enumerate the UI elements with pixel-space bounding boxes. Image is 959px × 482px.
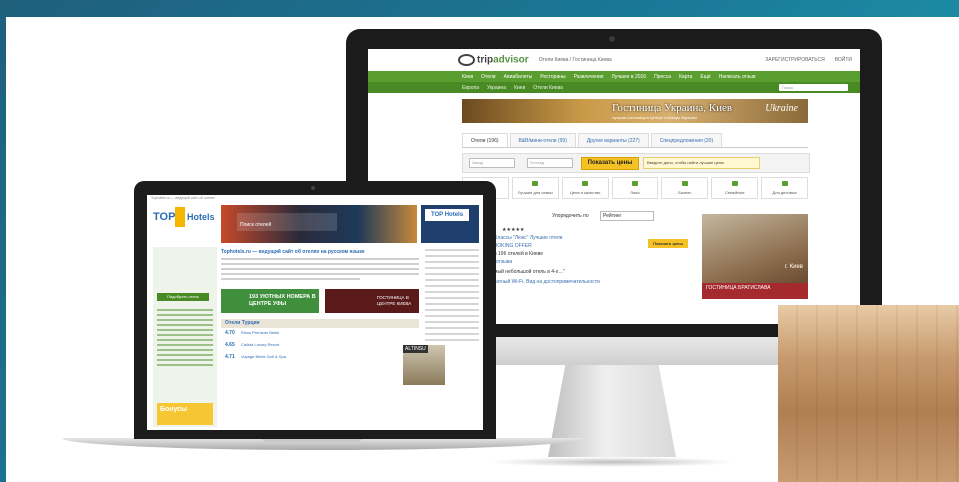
promo-banner-kiev[interactable]: ГОСТИНИЦА В ЦЕНТРЕ КИЕВА: [325, 289, 419, 313]
nav-item[interactable]: Авиабилеты: [504, 74, 533, 80]
right-column: [425, 249, 479, 429]
intro-block: Tophotels.ru — ведущий сайт об отелях на…: [221, 249, 419, 280]
section-title: Отели Турции: [221, 319, 419, 328]
hotel-ranking: Отели Турции 4.70 Rixos Premium Belek 4.…: [221, 319, 419, 419]
category-filters: Лучшие для семьи Цена и качество Люкс Би…: [462, 177, 809, 199]
hotel-ad[interactable]: г. Киев ГОСТИНИЦА БРАТИСЛАВА: [702, 214, 808, 299]
tripadvisor-logo[interactable]: tripadvisor: [458, 54, 529, 66]
nav-item[interactable]: Киев: [462, 74, 473, 80]
imac-shadow: [488, 457, 738, 467]
hotel-list: Упорядочить по Рейтинг ★★★★★ 2016 Классы…: [462, 209, 692, 285]
date-filter: Заезд Отъезд Показать цены Введите даты,…: [462, 153, 810, 173]
tab-bnb[interactable]: B&B/мини-отели (99): [509, 133, 576, 147]
show-prices-button[interactable]: Показать цены: [581, 157, 639, 170]
nav-item[interactable]: Ещё: [700, 74, 710, 80]
register-link[interactable]: ЗАРЕГИСТРИРОВАТЬСЯ: [765, 57, 824, 63]
hero-search-input[interactable]: Поиск отелей: [237, 213, 337, 231]
tophotels-logo[interactable]: TOP Hotels: [153, 205, 215, 233]
category-filter[interactable]: Бизнес: [661, 177, 709, 199]
show-prices-small-button[interactable]: Показать цены: [648, 239, 688, 248]
breadcrumb-item[interactable]: Отели Киева: [533, 85, 563, 91]
nav-item[interactable]: Отели: [481, 74, 495, 80]
tripadvisor-header: tripadvisor Отели Киева / Гостиница Киев…: [368, 49, 860, 71]
tophotels-top-bar: Tophotels.ru — ведущий сайт об отелях: [147, 195, 483, 202]
category-filter[interactable]: Люкс: [611, 177, 659, 199]
tophotels-screen: Tophotels.ru — ведущий сайт об отелях TO…: [147, 195, 483, 430]
hotel-name[interactable]: Voyage Belek Golf & Spa: [241, 354, 286, 359]
banner-subtitle: лучшая гостиница в центре столицы Украин…: [612, 115, 697, 120]
camera-icon: [311, 186, 315, 190]
hotel-name[interactable]: Rixos Premium Belek: [241, 330, 279, 335]
owl-icon: [458, 54, 475, 66]
dates-hint: Введите даты, чтобы найти лучшие цены: [643, 157, 760, 169]
banner-title: Гостиница Украина, Киев: [612, 102, 733, 114]
nav-item[interactable]: Написать отзыв: [719, 74, 756, 80]
side-banner[interactable]: TOP Hotels: [421, 205, 479, 243]
sort-label: Упорядочить по: [552, 213, 589, 219]
category-icon: [781, 181, 788, 186]
category-icon: [681, 181, 688, 186]
search-input[interactable]: Поиск: [779, 84, 848, 91]
ad-city: г. Киев: [784, 264, 803, 270]
category-icon: [731, 181, 738, 186]
tab-other[interactable]: Другие варианты (227): [577, 133, 649, 147]
header-crumb: Отели Киева / Гостиница Киева: [538, 57, 612, 63]
camera-icon: [609, 36, 615, 42]
nav-item[interactable]: Рестораны: [540, 74, 565, 80]
checkin-field[interactable]: Заезд: [469, 158, 515, 168]
bonus-banner[interactable]: Бонусы: [157, 403, 213, 425]
promo-banner-ufa[interactable]: 193 УЮТНЫХ НОМЕРА В ЦЕНТРЕ УФЫ: [221, 289, 319, 313]
table-row[interactable]: 4.71 Voyage Belek Golf & Spa: [221, 352, 419, 364]
breadcrumb: Европа Украина Киев Отели Киева Поиск: [368, 82, 860, 93]
category-icon: [582, 181, 589, 186]
rating-stars: ★★★★★: [502, 227, 525, 233]
breadcrumb-item[interactable]: Украина: [487, 85, 506, 91]
ad-footer: ГОСТИНИЦА БРАТИСЛАВА: [702, 283, 808, 299]
hotel-score: 4.65: [225, 342, 235, 348]
find-hotel-button[interactable]: Подобрать отель: [157, 293, 209, 301]
category-icon: [632, 181, 638, 186]
banner-brand: Ukraine: [765, 103, 798, 114]
hotel-banner[interactable]: Гостиница Украина, Киев лучшая гостиница…: [462, 99, 808, 123]
checkout-field[interactable]: Отъезд: [527, 158, 573, 168]
category-icon: [532, 181, 539, 186]
laptop-lid: Tophotels.ru — ведущий сайт об отелях TO…: [134, 181, 496, 439]
hotel-score: 4.71: [225, 354, 235, 360]
hotel-score: 4.70: [225, 330, 235, 336]
sidebar-links: [157, 309, 213, 369]
table-row[interactable]: 4.70 Rixos Premium Belek: [221, 328, 419, 340]
breadcrumb-item[interactable]: Киев: [514, 85, 525, 91]
category-filter[interactable]: Семейные: [711, 177, 759, 199]
login-link[interactable]: ВОЙТИ: [835, 57, 852, 63]
list-line: Бесплатный Wi-Fi, Вид на достопримечател…: [482, 279, 600, 285]
nav-item[interactable]: Пресса: [654, 74, 671, 80]
left-sidebar: Подобрать отель Бонусы: [153, 247, 217, 427]
hero-banner: Поиск отелей: [221, 205, 417, 243]
bolt-icon: [175, 207, 185, 227]
nav-item[interactable]: Карта: [679, 74, 692, 80]
hotel-name[interactable]: Calista Luxury Resort: [241, 342, 279, 347]
imac-stand: [548, 362, 676, 457]
category-filter[interactable]: Лучшие для семьи: [511, 177, 559, 199]
category-filter[interactable]: Для деловых: [761, 177, 809, 199]
wooden-desk: [778, 305, 959, 482]
sort-select[interactable]: Рейтинг: [600, 211, 654, 221]
tab-deals[interactable]: Спецпредложения (20): [650, 133, 723, 147]
table-row[interactable]: 4.65 Calista Luxury Resort: [221, 340, 419, 352]
tab-hotels[interactable]: Отели (196): [462, 133, 508, 147]
main-nav: Киев Отели Авиабилеты Рестораны Развлече…: [368, 71, 860, 82]
nav-item[interactable]: Лучшее в 2016: [612, 74, 647, 80]
breadcrumb-item[interactable]: Европа: [462, 85, 479, 91]
intro-title: Tophotels.ru — ведущий сайт об отелях на…: [221, 249, 365, 255]
product-showcase: tripadvisor Отели Киева / Гостиница Киев…: [0, 0, 959, 482]
nav-item[interactable]: Развлечения: [574, 74, 604, 80]
category-filter[interactable]: Цена и качество: [561, 177, 609, 199]
hotel-tabs: Отели (196) B&B/мини-отели (99) Другие в…: [462, 133, 808, 148]
